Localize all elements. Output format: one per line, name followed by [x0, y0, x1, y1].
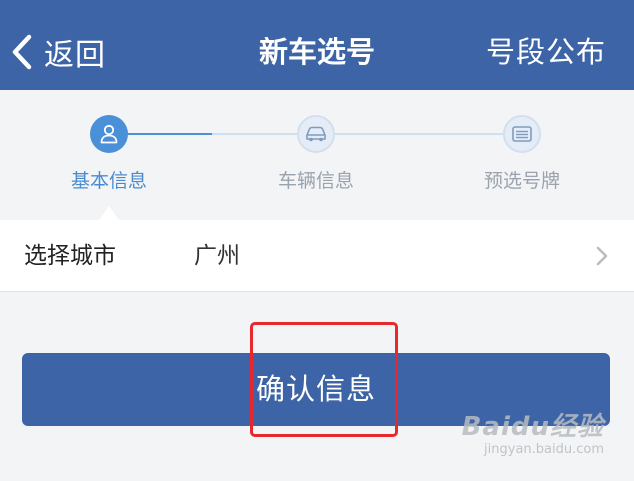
progress-steps: 基本信息 车辆信息 预选号牌 [0, 90, 634, 220]
user-icon [100, 124, 118, 144]
confirm-info-button[interactable]: 确认信息 [22, 353, 610, 426]
step-preselect-plate[interactable] [503, 115, 541, 153]
step-label-vehicle-info: 车辆信息 [277, 170, 354, 192]
watermark-url: jingyan.baidu.com [484, 442, 604, 457]
active-step-pointer [99, 206, 119, 220]
city-value: 广州 [194, 243, 240, 269]
step-vehicle-info[interactable] [297, 115, 335, 153]
select-city-row[interactable]: 选择城市 广州 [0, 220, 634, 292]
step-connector-active [126, 133, 212, 135]
chevron-right-icon [596, 246, 608, 266]
car-icon [306, 126, 326, 142]
back-button[interactable]: 返回 [10, 30, 106, 74]
chevron-left-icon [12, 34, 32, 70]
navigation-bar: 返回 新车选号 号段公布 [0, 0, 634, 90]
back-label: 返回 [44, 38, 106, 73]
step-connector [333, 133, 503, 135]
license-plate-icon [512, 126, 532, 142]
step-label-preselect-plate: 预选号牌 [483, 170, 560, 192]
number-segment-announcement-link[interactable]: 号段公布 [486, 30, 606, 74]
step-connector [212, 133, 297, 135]
step-label-basic-info: 基本信息 [70, 170, 147, 192]
step-basic-info[interactable] [90, 115, 128, 153]
city-label: 选择城市 [24, 243, 116, 269]
